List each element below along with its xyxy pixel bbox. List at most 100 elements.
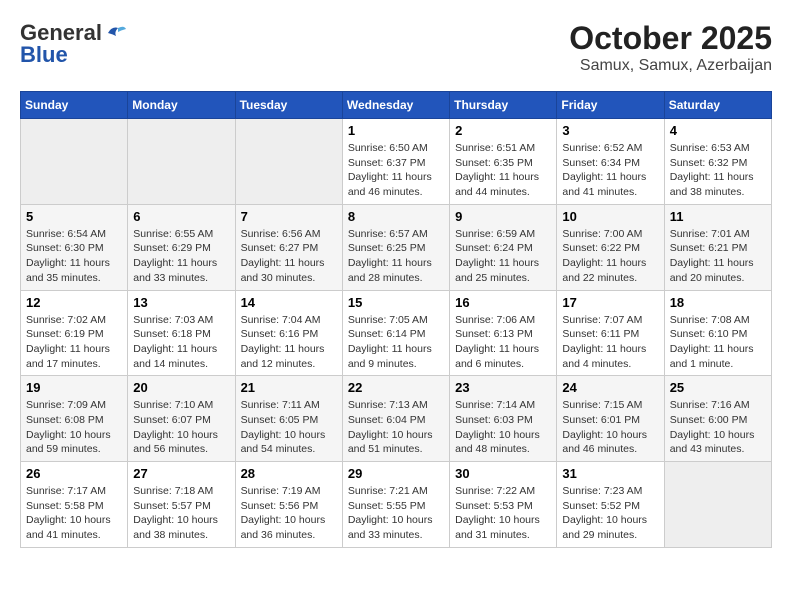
- calendar-cell: 29Sunrise: 7:21 AMSunset: 5:55 PMDayligh…: [342, 462, 449, 548]
- calendar-cell: 11 Sunrise: 7:01 AMSunset: 6:21 PMDayligh…: [664, 204, 771, 290]
- day-info: Sunrise: 7:04 AMSunset: 6:16 PMDaylight:…: [241, 313, 337, 372]
- calendar-cell: [235, 119, 342, 205]
- day-info: Sunrise: 7:19 AMSunset: 5:56 PMDaylight:…: [241, 484, 337, 543]
- day-info: Sunrise: 7:15 AMSunset: 6:01 PMDaylight:…: [562, 398, 658, 457]
- day-number: 23: [455, 380, 551, 395]
- month-year-title: October 2025: [569, 20, 772, 57]
- calendar-cell: 22Sunrise: 7:13 AMSunset: 6:04 PMDayligh…: [342, 376, 449, 462]
- day-info: Sunrise: 7:16 AMSunset: 6:00 PMDaylight:…: [670, 398, 766, 457]
- location-subtitle: Samux, Samux, Azerbaijan: [569, 57, 772, 75]
- day-number: 3: [562, 123, 658, 138]
- calendar-cell: 1Sunrise: 6:50 AMSunset: 6:37 PMDaylight…: [342, 119, 449, 205]
- day-number: 13: [133, 295, 229, 310]
- calendar-cell: 24 Sunrise: 7:15 AMSunset: 6:01 PMDayligh…: [557, 376, 664, 462]
- day-number: 28: [241, 466, 337, 481]
- calendar-cell: 15Sunrise: 7:05 AMSunset: 6:14 PMDayligh…: [342, 290, 449, 376]
- day-of-week-header: Tuesday: [235, 92, 342, 119]
- calendar-cell: 30 Sunrise: 7:22 AMSunset: 5:53 PMDayligh…: [450, 462, 557, 548]
- day-number: 25: [670, 380, 766, 395]
- day-info: Sunrise: 6:52 AMSunset: 6:34 PMDaylight:…: [562, 141, 658, 200]
- day-number: 1: [348, 123, 444, 138]
- day-number: 20: [133, 380, 229, 395]
- day-info: Sunrise: 6:59 AMSunset: 6:24 PMDaylight:…: [455, 227, 551, 286]
- calendar-cell: 12 Sunrise: 7:02 AMSunset: 6:19 PMDayligh…: [21, 290, 128, 376]
- day-of-week-header: Monday: [128, 92, 235, 119]
- day-info: Sunrise: 7:03 AMSunset: 6:18 PMDaylight:…: [133, 313, 229, 372]
- day-number: 5: [26, 209, 122, 224]
- calendar-cell: 18Sunrise: 7:08 AMSunset: 6:10 PMDayligh…: [664, 290, 771, 376]
- day-info: Sunrise: 7:08 AMSunset: 6:10 PMDaylight:…: [670, 313, 766, 372]
- day-number: 30: [455, 466, 551, 481]
- day-info: Sunrise: 7:09 AMSunset: 6:08 PMDaylight:…: [26, 398, 122, 457]
- logo: General Blue: [20, 20, 128, 68]
- day-of-week-header: Sunday: [21, 92, 128, 119]
- day-number: 21: [241, 380, 337, 395]
- day-info: Sunrise: 6:53 AMSunset: 6:32 PMDaylight:…: [670, 141, 766, 200]
- calendar-cell: 6 Sunrise: 6:55 AMSunset: 6:29 PMDaylight…: [128, 204, 235, 290]
- calendar-cell: 2 Sunrise: 6:51 AMSunset: 6:35 PMDaylight…: [450, 119, 557, 205]
- day-number: 2: [455, 123, 551, 138]
- day-number: 27: [133, 466, 229, 481]
- day-number: 4: [670, 123, 766, 138]
- day-info: Sunrise: 7:06 AMSunset: 6:13 PMDaylight:…: [455, 313, 551, 372]
- day-info: Sunrise: 7:10 AMSunset: 6:07 PMDaylight:…: [133, 398, 229, 457]
- day-info: Sunrise: 6:57 AMSunset: 6:25 PMDaylight:…: [348, 227, 444, 286]
- day-number: 17: [562, 295, 658, 310]
- day-number: 31: [562, 466, 658, 481]
- day-of-week-header: Friday: [557, 92, 664, 119]
- calendar-cell: 13 Sunrise: 7:03 AMSunset: 6:18 PMDayligh…: [128, 290, 235, 376]
- calendar-cell: 26 Sunrise: 7:17 AMSunset: 5:58 PMDayligh…: [21, 462, 128, 548]
- day-info: Sunrise: 7:13 AMSunset: 6:04 PMDaylight:…: [348, 398, 444, 457]
- day-info: Sunrise: 7:01 AMSunset: 6:21 PMDaylight:…: [670, 227, 766, 286]
- calendar-cell: 27 Sunrise: 7:18 AMSunset: 5:57 PMDayligh…: [128, 462, 235, 548]
- calendar-cell: 14 Sunrise: 7:04 AMSunset: 6:16 PMDayligh…: [235, 290, 342, 376]
- title-block: October 2025 Samux, Samux, Azerbaijan: [569, 20, 772, 75]
- calendar-cell: [128, 119, 235, 205]
- day-number: 24: [562, 380, 658, 395]
- page-header: General Blue October 2025 Samux, Samux, …: [20, 20, 772, 75]
- day-info: Sunrise: 7:17 AMSunset: 5:58 PMDaylight:…: [26, 484, 122, 543]
- calendar-cell: 10 Sunrise: 7:00 AMSunset: 6:22 PMDayligh…: [557, 204, 664, 290]
- day-info: Sunrise: 7:18 AMSunset: 5:57 PMDaylight:…: [133, 484, 229, 543]
- calendar-cell: [21, 119, 128, 205]
- day-info: Sunrise: 7:00 AMSunset: 6:22 PMDaylight:…: [562, 227, 658, 286]
- day-number: 11: [670, 209, 766, 224]
- day-number: 6: [133, 209, 229, 224]
- day-number: 9: [455, 209, 551, 224]
- calendar-cell: 4 Sunrise: 6:53 AMSunset: 6:32 PMDaylight…: [664, 119, 771, 205]
- day-number: 26: [26, 466, 122, 481]
- day-of-week-header: Saturday: [664, 92, 771, 119]
- logo-blue: Blue: [20, 42, 68, 68]
- day-info: Sunrise: 6:51 AMSunset: 6:35 PMDaylight:…: [455, 141, 551, 200]
- day-info: Sunrise: 6:55 AMSunset: 6:29 PMDaylight:…: [133, 227, 229, 286]
- calendar-cell: 16 Sunrise: 7:06 AMSunset: 6:13 PMDayligh…: [450, 290, 557, 376]
- day-info: Sunrise: 6:54 AMSunset: 6:30 PMDaylight:…: [26, 227, 122, 286]
- day-of-week-header: Wednesday: [342, 92, 449, 119]
- day-number: 10: [562, 209, 658, 224]
- day-info: Sunrise: 7:14 AMSunset: 6:03 PMDaylight:…: [455, 398, 551, 457]
- calendar-cell: 5 Sunrise: 6:54 AMSunset: 6:30 PMDaylight…: [21, 204, 128, 290]
- day-number: 12: [26, 295, 122, 310]
- calendar-cell: 20 Sunrise: 7:10 AMSunset: 6:07 PMDayligh…: [128, 376, 235, 462]
- day-of-week-header: Thursday: [450, 92, 557, 119]
- calendar-cell: 31Sunrise: 7:23 AMSunset: 5:52 PMDayligh…: [557, 462, 664, 548]
- day-number: 8: [348, 209, 444, 224]
- calendar-cell: [664, 462, 771, 548]
- day-info: Sunrise: 6:56 AMSunset: 6:27 PMDaylight:…: [241, 227, 337, 286]
- day-number: 14: [241, 295, 337, 310]
- calendar-table: SundayMondayTuesdayWednesdayThursdayFrid…: [20, 91, 772, 548]
- day-number: 16: [455, 295, 551, 310]
- calendar-cell: 25 Sunrise: 7:16 AMSunset: 6:00 PMDayligh…: [664, 376, 771, 462]
- calendar-cell: 17Sunrise: 7:07 AMSunset: 6:11 PMDayligh…: [557, 290, 664, 376]
- day-info: Sunrise: 7:11 AMSunset: 6:05 PMDaylight:…: [241, 398, 337, 457]
- day-info: Sunrise: 7:02 AMSunset: 6:19 PMDaylight:…: [26, 313, 122, 372]
- calendar-cell: 9 Sunrise: 6:59 AMSunset: 6:24 PMDaylight…: [450, 204, 557, 290]
- logo-bird-icon: [104, 24, 128, 42]
- calendar-cell: 28 Sunrise: 7:19 AMSunset: 5:56 PMDayligh…: [235, 462, 342, 548]
- day-number: 15: [348, 295, 444, 310]
- day-info: Sunrise: 7:22 AMSunset: 5:53 PMDaylight:…: [455, 484, 551, 543]
- calendar-cell: 19Sunrise: 7:09 AMSunset: 6:08 PMDayligh…: [21, 376, 128, 462]
- day-number: 7: [241, 209, 337, 224]
- calendar-cell: 8 Sunrise: 6:57 AMSunset: 6:25 PMDaylight…: [342, 204, 449, 290]
- calendar-cell: 21 Sunrise: 7:11 AMSunset: 6:05 PMDayligh…: [235, 376, 342, 462]
